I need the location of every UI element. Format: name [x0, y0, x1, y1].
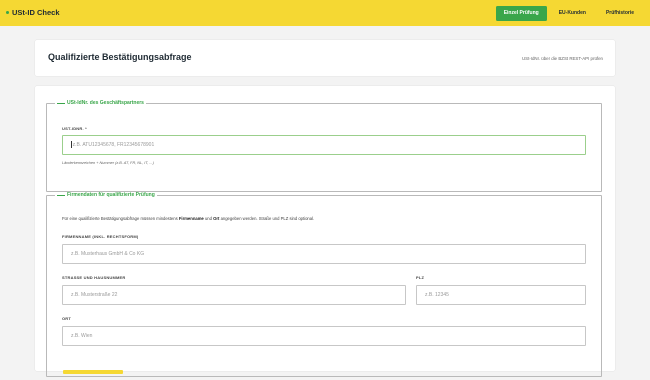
info-bold-company: Firmenname — [178, 216, 204, 221]
vat-id-hint: Länderkennzeichen + Nummer (z.B. AT, FR,… — [62, 161, 154, 165]
submit-button[interactable] — [63, 370, 123, 374]
city-label: ORT — [62, 316, 72, 321]
company-name-label: FIRMENNAME (INKL. RECHTSFORM) — [62, 234, 139, 239]
brand-dot-icon — [6, 11, 9, 14]
company-info-text: Für eine qualifizierte Bestätigungsabfra… — [62, 216, 314, 221]
company-legend-text: Firmendaten für qualifizierte Prüfung — [67, 192, 155, 198]
vat-id-label: UST-IDNR. * — [62, 126, 87, 131]
partner-legend-text: USt-IdNr. des Geschäftspartners — [67, 100, 144, 106]
company-name-input[interactable]: z.B. Musterhaus GmbH & Co KG — [62, 244, 586, 264]
vat-id-placeholder: z.B. ATU12345678, FR12345678901 — [72, 142, 155, 148]
app-title: USt-ID Check — [12, 8, 60, 17]
street-label: STRASSE UND HAUSNUMMER — [62, 275, 126, 280]
zip-label: PLZ — [416, 275, 425, 280]
zip-placeholder: z.B. 12345 — [425, 292, 449, 298]
info-part: und — [204, 216, 212, 221]
company-name-placeholder: z.B. Musterhaus GmbH & Co KG — [71, 251, 145, 257]
info-part: Für eine qualifizierte Bestätigungsabfra… — [62, 216, 178, 221]
top-bar: USt-ID Check Einzel Prüfung EU-Kunden Pr… — [0, 0, 650, 26]
legend-rule — [57, 194, 65, 196]
partner-legend: USt-IdNr. des Geschäftspartners — [55, 100, 146, 106]
city-placeholder: z.B. Wien — [71, 333, 93, 339]
street-placeholder: z.B. Musterstraße 22 — [71, 292, 118, 298]
company-legend: Firmendaten für qualifizierte Prüfung — [55, 192, 157, 198]
zip-input[interactable]: z.B. 12345 — [416, 285, 586, 305]
legend-rule — [57, 102, 65, 104]
page-subtitle: USt-IdNr. über die BZSt REST-API prüfen — [521, 56, 603, 61]
city-input[interactable]: z.B. Wien — [62, 326, 586, 346]
tab-pruefhistorie[interactable]: Prüfhistorie — [598, 6, 642, 21]
page-header-card: Qualifizierte Bestätigungsabfrage USt-Id… — [35, 40, 615, 76]
info-part: angegeben werden. Straße und PLZ sind op… — [220, 216, 315, 221]
app-brand[interactable]: USt-ID Check — [6, 8, 60, 17]
info-bold-city: Ort — [213, 216, 220, 221]
page-title: Qualifizierte Bestätigungsabfrage — [48, 52, 192, 62]
form-card: USt-IdNr. des Geschäftspartners UST-IDNR… — [35, 86, 615, 377]
tab-einzel-pruefung[interactable]: Einzel Prüfung — [495, 6, 547, 21]
street-input[interactable]: z.B. Musterstraße 22 — [62, 285, 406, 305]
tab-eu-kunden[interactable]: EU-Kunden — [551, 6, 594, 21]
vat-id-input[interactable]: z.B. ATU12345678, FR12345678901 — [62, 135, 586, 155]
text-caret — [71, 141, 72, 149]
main-nav: Einzel Prüfung EU-Kunden Prüfhistorie — [495, 6, 642, 21]
